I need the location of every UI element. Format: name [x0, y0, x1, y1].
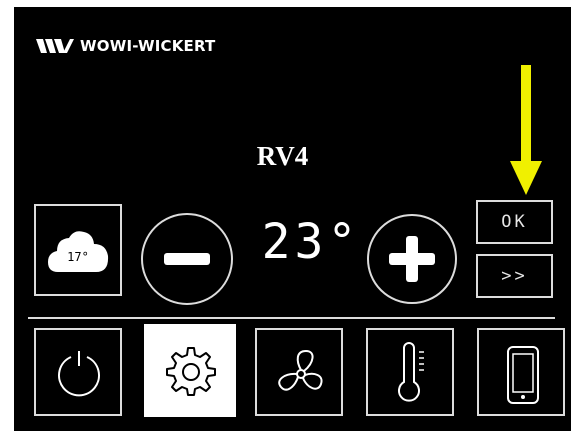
smartphone-icon: [506, 345, 540, 405]
power-icon: [54, 348, 104, 398]
thermometer-icon: [395, 342, 429, 406]
temperature-setpoint: 23°: [261, 214, 361, 270]
menu-fan-button[interactable]: [255, 328, 343, 416]
fan-icon: [274, 347, 328, 401]
wowi-wickert-logo-icon: [36, 37, 74, 55]
next-button[interactable]: >>: [476, 254, 553, 298]
gear-icon: [165, 345, 217, 397]
next-button-label: >>: [501, 266, 528, 286]
brand-name: WOWI-WICKERT: [80, 37, 216, 55]
menu-settings-button[interactable]: [144, 324, 236, 417]
ok-button-label: OK: [501, 212, 528, 232]
divider: [28, 317, 555, 319]
decrease-temp-button[interactable]: [141, 213, 233, 305]
plus-icon: [389, 236, 435, 282]
ok-button[interactable]: OK: [476, 200, 553, 244]
outside-temp-value: 17°: [67, 250, 89, 264]
device-title: RV4: [256, 141, 309, 171]
brand-logo: WOWI-WICKERT: [36, 37, 216, 55]
menu-temperature-button[interactable]: [366, 328, 454, 416]
minus-icon: [164, 253, 210, 265]
annotation-arrow-icon: [510, 65, 542, 195]
increase-temp-button[interactable]: [367, 214, 457, 304]
menu-power-button[interactable]: [34, 328, 122, 416]
control-panel-screen: WOWI-WICKERT RV4 17° 23° OK >>: [14, 7, 571, 431]
outside-temp-tile[interactable]: 17°: [34, 204, 122, 296]
menu-device-button[interactable]: [477, 328, 565, 416]
